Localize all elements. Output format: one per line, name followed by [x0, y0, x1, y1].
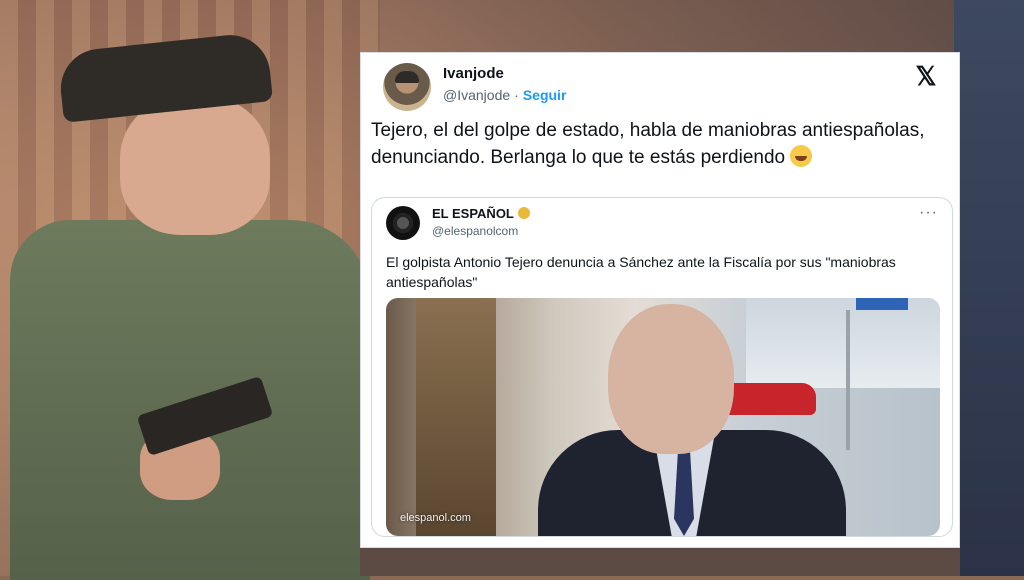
image-building-wall — [416, 298, 496, 536]
quoted-tweet-text: El golpista Antonio Tejero denuncia a Sá… — [386, 254, 896, 290]
separator-dot: · — [514, 87, 519, 103]
author-handle[interactable]: @Ivanjode — [443, 87, 510, 103]
image-street-pole — [846, 310, 850, 450]
background-bottom-strip — [360, 546, 960, 576]
laughing-emoji-icon — [790, 145, 813, 167]
tweet-text: Tejero, el del golpe de estado, habla de… — [371, 120, 925, 168]
tweet-card[interactable]: Ivanjode @Ivanjode · Seguir 𝕏 Tejero, el d… — [360, 52, 960, 548]
quoted-tweet-image[interactable]: elespanol.com — [386, 298, 940, 536]
background-soldier-face — [120, 95, 270, 235]
author-avatar[interactable] — [383, 63, 431, 111]
more-options-icon[interactable]: ··· — [919, 204, 938, 222]
image-red-car — [721, 383, 816, 415]
image-man-head — [608, 304, 734, 454]
author-name[interactable]: Ivanjode — [443, 65, 504, 82]
tweet-text-block: Tejero, el del golpe de estado, habla de… — [371, 117, 931, 171]
x-logo-icon[interactable]: 𝕏 — [913, 63, 939, 89]
background-right-panel — [954, 0, 1024, 576]
quoted-author-avatar[interactable] — [386, 206, 420, 240]
image-street-sign — [856, 298, 908, 310]
quoted-author-name[interactable]: EL ESPAÑOL — [432, 206, 514, 221]
verified-badge-icon — [517, 207, 530, 219]
follow-button[interactable]: Seguir — [523, 87, 567, 103]
author-handle-row: @Ivanjode · Seguir — [443, 87, 566, 103]
quoted-author-handle[interactable]: @elespanolcom — [432, 224, 518, 238]
image-watermark: elespanol.com — [400, 512, 471, 524]
image-sky — [746, 298, 940, 388]
tweet-header: Ivanjode @Ivanjode · Seguir 𝕏 — [373, 59, 947, 111]
quoted-author-name-row: EL ESPAÑOL — [432, 206, 530, 221]
quoted-tweet[interactable]: EL ESPAÑOL @elespanolcom ··· El golpista… — [371, 197, 953, 537]
